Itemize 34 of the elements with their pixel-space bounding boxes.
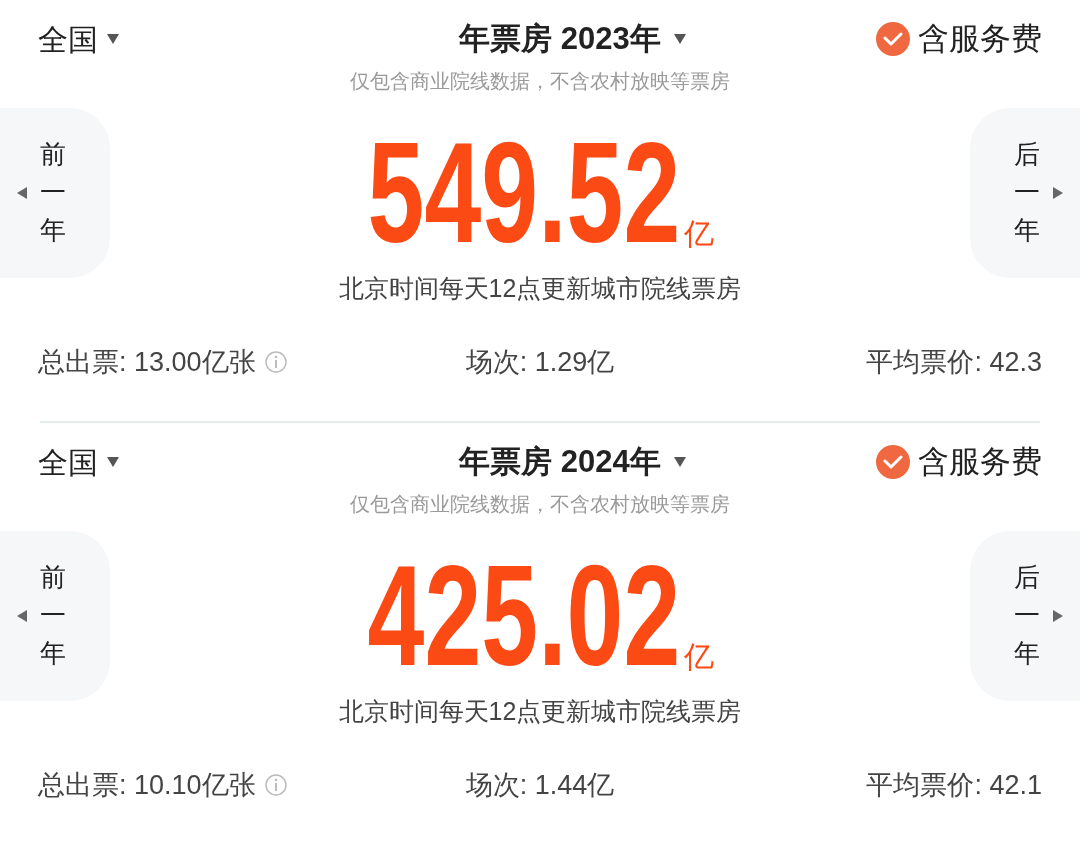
stat-label: 平均票价: 42.1 — [866, 768, 1042, 802]
stat-label: 场次: 1.29亿 — [465, 345, 615, 379]
caret-icon — [672, 456, 687, 468]
unit-label: 亿 — [684, 216, 715, 252]
service-fee-checkbox[interactable]: 含服务费 — [876, 438, 1042, 486]
data-scope-note: 仅包含商业院线数据，不含农村放映等票房 — [350, 492, 730, 517]
info-icon[interactable] — [263, 772, 288, 797]
stat-label: 总出票: 13.00亿张 — [38, 345, 256, 379]
region-dropdown[interactable]: 全国 — [38, 16, 120, 62]
stat-label: 平均票价: 42.3 — [866, 345, 1042, 379]
info-icon[interactable] — [263, 349, 288, 374]
service-fee-checkbox[interactable]: 含服务费 — [876, 15, 1042, 63]
previous-year-button[interactable]: 前一年 — [0, 108, 110, 278]
year-dropdown[interactable]: 年票房 2024年 — [459, 438, 687, 486]
next-year-button[interactable]: 后一年 — [970, 531, 1080, 701]
left-arrow-icon — [16, 186, 28, 200]
left-arrow-icon — [16, 609, 28, 623]
caret-icon — [106, 33, 120, 45]
stat-label: 场次: 1.44亿 — [465, 768, 615, 802]
stat-label: 总出票: 10.10亿张 — [38, 768, 256, 802]
right-arrow-icon — [1052, 609, 1064, 623]
data-scope-note: 仅包含商业院线数据，不含农村放映等票房 — [350, 69, 730, 94]
box-office-amount: 425.02 — [367, 545, 681, 687]
year-dropdown[interactable]: 年票房 2023年 — [459, 15, 687, 63]
region-dropdown[interactable]: 全国 — [38, 439, 120, 485]
update-note: 北京时间每天12点更新城市院线票房 — [338, 273, 742, 304]
right-arrow-icon — [1052, 186, 1064, 200]
unit-label: 亿 — [684, 639, 715, 675]
update-note: 北京时间每天12点更新城市院线票房 — [338, 696, 742, 727]
next-year-button[interactable]: 后一年 — [970, 108, 1080, 278]
box-office-amount: 549.52 — [367, 122, 681, 264]
caret-icon — [106, 456, 120, 468]
previous-year-button[interactable]: 前一年 — [0, 531, 110, 701]
caret-icon — [672, 33, 687, 45]
